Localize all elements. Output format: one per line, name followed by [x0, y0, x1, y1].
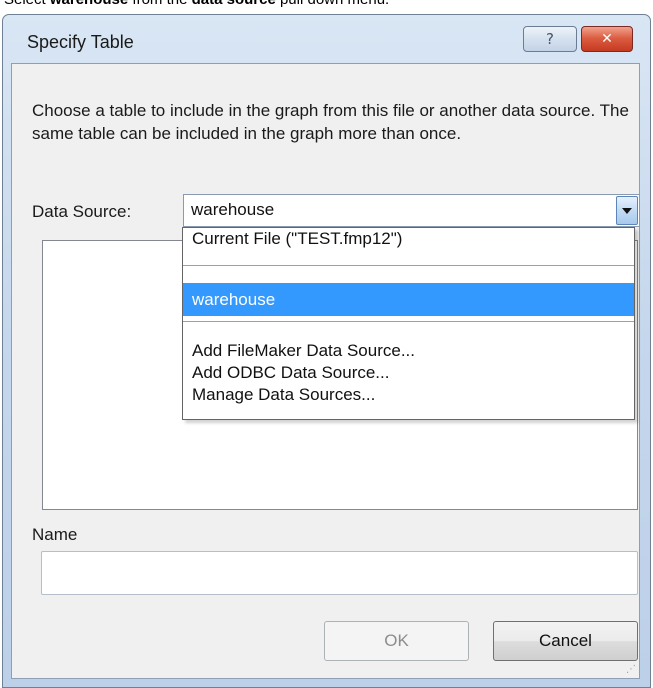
chevron-down-icon — [622, 207, 632, 214]
menu-separator — [183, 265, 634, 266]
close-icon: ✕ — [601, 31, 613, 47]
instruction-caption: Select warehouse from the data source pu… — [4, 0, 389, 8]
close-button[interactable]: ✕ — [581, 26, 633, 52]
ok-button[interactable]: OK — [324, 621, 469, 661]
cancel-button[interactable]: Cancel — [493, 621, 638, 661]
caption-bold-data-source: data source — [192, 0, 276, 8]
caption-text-3: pull down menu. — [276, 0, 389, 8]
data-source-combobox[interactable]: warehouse — [183, 194, 640, 227]
menu-item-manage-data-sources[interactable]: Manage Data Sources... — [183, 384, 634, 406]
question-mark-icon: ? — [546, 30, 554, 48]
resize-grip-icon[interactable]: ⋰ — [626, 665, 636, 675]
help-button[interactable]: ? — [523, 26, 577, 52]
caption-text-1: Select — [4, 0, 50, 8]
caption-text-2: from the — [128, 0, 191, 8]
dropdown-toggle-button[interactable] — [616, 196, 638, 225]
menu-separator — [183, 321, 634, 322]
dialog-body: Choose a table to include in the graph f… — [11, 63, 640, 679]
title-bar[interactable]: Specify Table ? ✕ — [3, 15, 650, 63]
screenshot-root: Select warehouse from the data source pu… — [0, 0, 653, 688]
caption-bold-warehouse: warehouse — [50, 0, 128, 8]
dialog-title: Specify Table — [27, 32, 134, 52]
menu-item-current-file[interactable]: Current File ("TEST.fmp12") — [183, 228, 634, 250]
menu-item-add-odbc-source[interactable]: Add ODBC Data Source... — [183, 362, 634, 384]
menu-item-add-filemaker-source[interactable]: Add FileMaker Data Source... — [183, 340, 634, 362]
dialog-description: Choose a table to include in the graph f… — [32, 101, 629, 143]
data-source-label: Data Source: — [32, 202, 132, 221]
name-input[interactable] — [41, 551, 638, 595]
data-source-value: warehouse — [191, 200, 275, 219]
menu-item-warehouse[interactable]: warehouse — [183, 283, 634, 316]
name-label: Name — [32, 525, 78, 544]
data-source-dropdown-menu: Current File ("TEST.fmp12") warehouse Ad… — [182, 227, 635, 420]
specify-table-dialog: Specify Table ? ✕ Choose a table to incl… — [2, 14, 651, 688]
